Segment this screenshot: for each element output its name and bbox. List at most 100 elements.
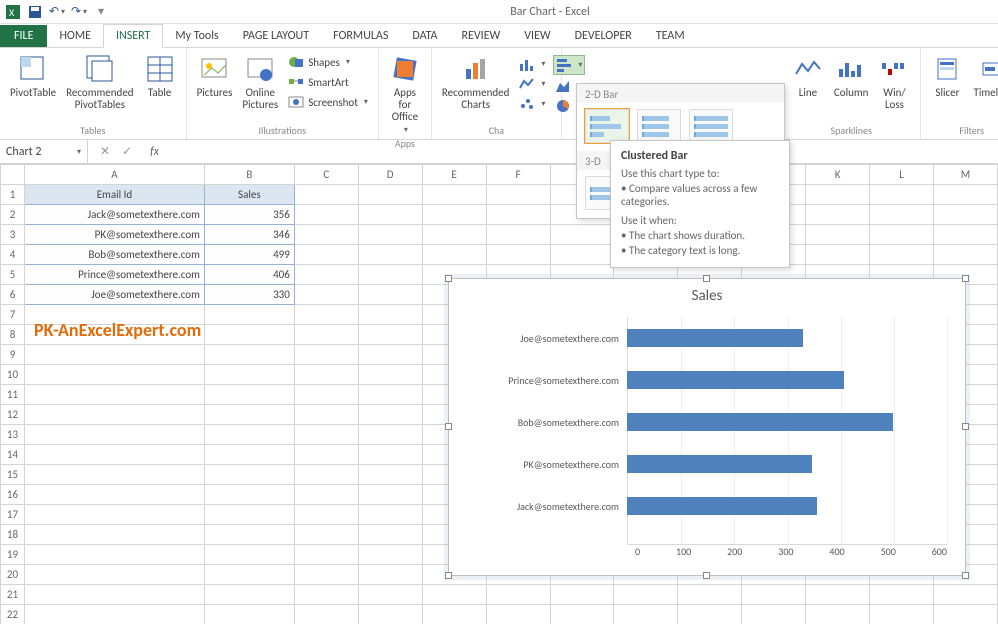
recommended-pivottables-button[interactable]: Recommended PivotTables [62, 51, 137, 113]
screenshot-button[interactable]: Screenshot▾ [286, 93, 370, 111]
cell[interactable] [806, 585, 870, 605]
cell[interactable] [24, 545, 204, 565]
select-all-cell[interactable] [1, 165, 25, 185]
cell[interactable] [204, 305, 294, 325]
cell[interactable] [934, 205, 998, 225]
cell[interactable] [24, 465, 204, 485]
tab-data[interactable]: DATA [400, 25, 449, 47]
cell[interactable] [358, 605, 422, 624]
cell[interactable] [294, 185, 358, 205]
redo-icon[interactable]: ↷▾ [72, 5, 86, 19]
cell[interactable] [204, 545, 294, 565]
resize-handle[interactable] [445, 423, 452, 430]
cell[interactable] [870, 585, 934, 605]
resize-handle[interactable] [445, 275, 452, 282]
cell[interactable] [806, 225, 870, 245]
cell[interactable] [486, 585, 550, 605]
cell[interactable] [806, 185, 870, 205]
row-header[interactable]: 17 [1, 505, 25, 525]
cell[interactable] [422, 205, 486, 225]
cell[interactable] [422, 185, 486, 205]
chart-bar[interactable] [627, 329, 803, 347]
cell[interactable] [742, 585, 806, 605]
resize-handle[interactable] [962, 572, 969, 579]
resize-handle[interactable] [962, 275, 969, 282]
sparkline-column-button[interactable]: Column [830, 51, 873, 101]
tab-insert[interactable]: INSERT [103, 24, 163, 48]
tab-formulas[interactable]: FORMULAS [321, 25, 400, 47]
tab-view[interactable]: VIEW [512, 25, 562, 47]
smartart-button[interactable]: SmartArt [286, 73, 370, 91]
cell[interactable] [934, 225, 998, 245]
cell[interactable] [870, 245, 934, 265]
save-icon[interactable] [28, 5, 42, 19]
cell[interactable] [24, 405, 204, 425]
column-header[interactable]: M [934, 165, 998, 185]
cell[interactable]: Jack@sometexthere.com [24, 205, 204, 225]
row-header[interactable]: 21 [1, 585, 25, 605]
row-header[interactable]: 15 [1, 465, 25, 485]
recommended-charts-button[interactable]: Recommended Charts [438, 51, 513, 113]
chart-bar[interactable] [627, 371, 844, 389]
cell[interactable] [294, 285, 358, 305]
cell[interactable] [358, 285, 422, 305]
row-header[interactable]: 11 [1, 385, 25, 405]
shapes-button[interactable]: Shapes▾ [286, 53, 370, 71]
cell[interactable] [204, 565, 294, 585]
chart-title[interactable]: Sales [449, 279, 965, 311]
cell[interactable] [934, 585, 998, 605]
embedded-chart[interactable]: Sales Joe@sometexthere.comPrince@sometex… [448, 278, 966, 576]
table-button[interactable]: Table [140, 51, 180, 101]
cell[interactable] [870, 185, 934, 205]
cell[interactable] [358, 425, 422, 445]
column-header[interactable]: D [358, 165, 422, 185]
cell[interactable] [24, 485, 204, 505]
cell[interactable] [24, 585, 204, 605]
cell[interactable] [294, 525, 358, 545]
cell[interactable] [422, 605, 486, 624]
stacked100-bar-thumb[interactable] [689, 109, 733, 143]
row-header[interactable]: 2 [1, 205, 25, 225]
online-pictures-button[interactable]: Online Pictures [238, 51, 282, 113]
cell[interactable] [294, 445, 358, 465]
sparkline-line-button[interactable]: Line [788, 51, 828, 101]
pivottable-button[interactable]: PivotTable [6, 51, 60, 101]
cell[interactable] [204, 365, 294, 385]
cell[interactable] [204, 325, 294, 345]
resize-handle[interactable] [962, 423, 969, 430]
row-header[interactable]: 7 [1, 305, 25, 325]
cell[interactable] [678, 585, 742, 605]
tab-mytools[interactable]: My Tools [163, 25, 230, 47]
tab-team[interactable]: TEAM [644, 25, 697, 47]
cell[interactable] [358, 245, 422, 265]
cell[interactable] [24, 425, 204, 445]
cell[interactable] [678, 605, 742, 624]
cell[interactable] [486, 245, 550, 265]
cell[interactable]: 499 [204, 245, 294, 265]
cell[interactable] [486, 605, 550, 624]
tab-developer[interactable]: DEVELOPER [563, 25, 644, 47]
cell[interactable]: 346 [204, 225, 294, 245]
cell[interactable] [24, 385, 204, 405]
row-header[interactable]: 13 [1, 425, 25, 445]
cell[interactable]: PK@sometexthere.com [24, 225, 204, 245]
cell[interactable] [358, 325, 422, 345]
cell[interactable]: Joe@sometexthere.com [24, 285, 204, 305]
cell[interactable] [358, 525, 422, 545]
cell[interactable] [204, 485, 294, 505]
chart-bar[interactable] [627, 413, 893, 431]
row-header[interactable]: 19 [1, 545, 25, 565]
cell[interactable] [24, 505, 204, 525]
row-header[interactable]: 12 [1, 405, 25, 425]
cell[interactable] [358, 485, 422, 505]
cell[interactable] [204, 525, 294, 545]
tab-page-layout[interactable]: PAGE LAYOUT [231, 25, 321, 47]
cell[interactable] [204, 345, 294, 365]
cell[interactable] [204, 585, 294, 605]
cell[interactable] [294, 425, 358, 445]
cell[interactable]: Sales [204, 185, 294, 205]
cell[interactable] [204, 465, 294, 485]
slicer-button[interactable]: Slicer [927, 51, 967, 101]
worksheet-area[interactable]: ABCDEFGHIJKLM1Email IdSales2Jack@sometex… [0, 164, 998, 624]
cell[interactable] [550, 245, 614, 265]
